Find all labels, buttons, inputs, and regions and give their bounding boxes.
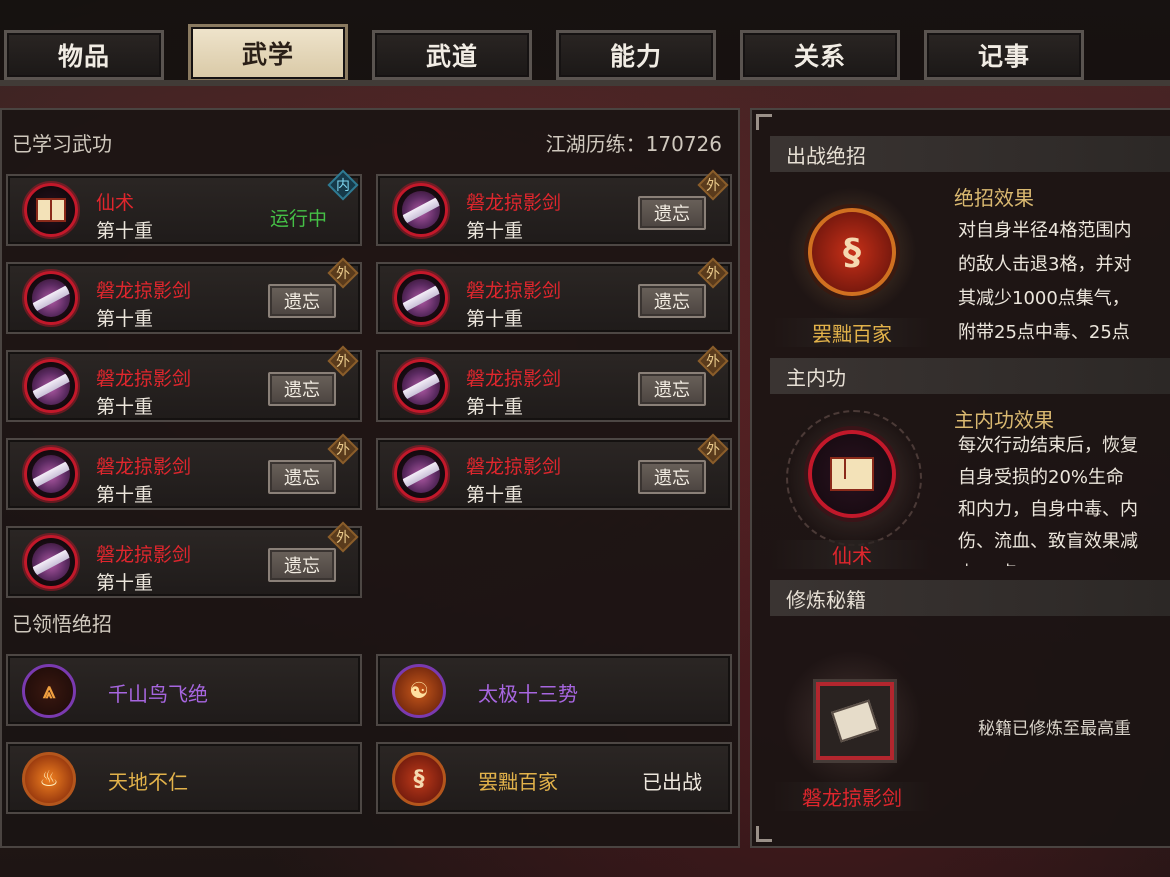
forget-button[interactable]: 遗忘 [638, 372, 706, 406]
manual-header: 修炼秘籍 [770, 580, 1170, 616]
move-card[interactable]: ⩓ 千山鸟飞绝 [6, 654, 362, 726]
skill-name: 仙术 [96, 192, 135, 214]
forget-button[interactable]: 遗忘 [268, 284, 336, 318]
forget-button[interactable]: 遗忘 [268, 548, 336, 582]
jianghu-experience: 江湖历练：170726 [545, 132, 722, 156]
sword-icon [22, 445, 80, 503]
tab-bar: 物品 武学 武道 能力 关系 记事 [0, 0, 1170, 86]
scroll-seal-icon: § [392, 752, 446, 806]
outer-badge: 外 [330, 436, 356, 462]
skill-card[interactable]: 磐龙掠影剑 第十重 遗忘 外 [376, 350, 732, 422]
skill-card[interactable]: 磐龙掠影剑 第十重 遗忘 外 [376, 438, 732, 510]
ultimate-effect-title: 绝招效果 [954, 186, 1034, 210]
mountain-bird-icon: ⩓ [22, 664, 76, 718]
skill-name: 磐龙掠影剑 [466, 456, 562, 478]
ultimate-name: 罢黜百家 [772, 318, 932, 347]
manual-slot[interactable] [816, 682, 894, 760]
outer-badge: 外 [330, 524, 356, 550]
skill-level: 第十重 [466, 396, 524, 418]
running-status: 运行中 [270, 208, 328, 230]
scroll-seal-icon[interactable]: § [808, 208, 896, 296]
manual-scroll-icon [831, 699, 879, 743]
outer-badge: 外 [700, 348, 726, 374]
skill-level: 第十重 [96, 220, 154, 242]
skill-card[interactable]: 磐龙掠影剑 第十重 遗忘 外 [6, 526, 362, 598]
skill-level: 第十重 [466, 220, 524, 242]
skill-level: 第十重 [96, 484, 154, 506]
corner-ornament [756, 826, 772, 842]
inner-effect-title: 主内功效果 [954, 408, 1054, 432]
tab-martial-way[interactable]: 武道 [372, 30, 532, 80]
move-name: 罢黜百家 [478, 770, 558, 794]
forget-button[interactable]: 遗忘 [638, 460, 706, 494]
skill-card[interactable]: 磐龙掠影剑 第十重 遗忘 外 [376, 174, 732, 246]
move-name: 千山鸟飞绝 [108, 682, 208, 706]
flame-icon: ♨ [22, 752, 76, 806]
tab-divider [0, 80, 1170, 86]
sword-icon [392, 269, 450, 327]
inner-badge: 内 [330, 172, 356, 198]
skills-panel: 已学习武功 江湖历练：170726 仙术 第十重 运行中 内 磐龙掠影剑 第十重… [0, 108, 740, 848]
sword-icon [392, 445, 450, 503]
skill-name: 磐龙掠影剑 [466, 280, 562, 302]
tab-abilities[interactable]: 能力 [556, 30, 716, 80]
skill-name: 磐龙掠影剑 [96, 280, 192, 302]
move-card[interactable]: ☯ 太极十三势 [376, 654, 732, 726]
skill-card[interactable]: 磐龙掠影剑 第十重 遗忘 外 [376, 262, 732, 334]
outer-badge: 外 [700, 172, 726, 198]
move-card[interactable]: ♨ 天地不仁 [6, 742, 362, 814]
skill-level: 第十重 [96, 572, 154, 594]
sword-icon [392, 181, 450, 239]
forget-button[interactable]: 遗忘 [638, 196, 706, 230]
forget-button[interactable]: 遗忘 [638, 284, 706, 318]
taiji-icon: ☯ [392, 664, 446, 718]
move-card[interactable]: § 罢黜百家 已出战 [376, 742, 732, 814]
ultimate-header: 出战绝招 [770, 136, 1170, 172]
skill-level: 第十重 [96, 308, 154, 330]
book-icon[interactable] [808, 430, 896, 518]
book-icon [22, 181, 80, 239]
inner-effect-text: 每次行动结束后，恢复 自身受损的20%生命 和内力，自身中毒、内 伤、流血、致盲… [958, 435, 1138, 566]
skill-card[interactable]: 磐龙掠影剑 第十重 遗忘 外 [6, 262, 362, 334]
detail-panel: 出战绝招 § 罢黜百家 绝招效果 对自身半径4格范围内 的敌人击退3格，并对 其… [750, 108, 1170, 848]
skill-level: 第十重 [96, 396, 154, 418]
tab-martial-arts[interactable]: 武学 [188, 24, 348, 82]
skill-name: 磐龙掠影剑 [466, 368, 562, 390]
manual-max-note: 秘籍已修炼至最高重 [978, 719, 1131, 739]
move-name: 太极十三势 [478, 682, 578, 706]
ultimate-effect-text: 对自身半径4格范围内 的敌人击退3格，并对 其减少1000点集气， 附带25点中… [958, 220, 1132, 343]
skill-name: 磐龙掠影剑 [466, 192, 562, 214]
tab-journal[interactable]: 记事 [924, 30, 1084, 80]
outer-badge: 外 [330, 348, 356, 374]
sword-icon [22, 269, 80, 327]
corner-ornament [756, 114, 772, 130]
skill-level: 第十重 [466, 484, 524, 506]
outer-badge: 外 [330, 260, 356, 286]
skill-name: 磐龙掠影剑 [96, 368, 192, 390]
move-name: 天地不仁 [108, 770, 188, 794]
learned-skills-title: 已学习武功 [12, 132, 112, 156]
tab-items[interactable]: 物品 [4, 30, 164, 80]
skill-name: 磐龙掠影剑 [96, 544, 192, 566]
outer-badge: 外 [700, 260, 726, 286]
inner-name: 仙术 [772, 540, 932, 569]
sword-icon [22, 533, 80, 591]
skill-card[interactable]: 磐龙掠影剑 第十重 遗忘 外 [6, 438, 362, 510]
sword-icon [392, 357, 450, 415]
skill-card[interactable]: 仙术 第十重 运行中 内 [6, 174, 362, 246]
tab-relations[interactable]: 关系 [740, 30, 900, 80]
learned-moves-title: 已领悟绝招 [12, 612, 112, 636]
skill-level: 第十重 [466, 308, 524, 330]
skill-name: 磐龙掠影剑 [96, 456, 192, 478]
outer-badge: 外 [700, 436, 726, 462]
skill-card[interactable]: 磐龙掠影剑 第十重 遗忘 外 [6, 350, 362, 422]
manual-name: 磐龙掠影剑 [772, 782, 932, 811]
sword-icon [22, 357, 80, 415]
forget-button[interactable]: 遗忘 [268, 372, 336, 406]
deployed-status: 已出战 [642, 770, 702, 794]
inner-header: 主内功 [770, 358, 1170, 394]
forget-button[interactable]: 遗忘 [268, 460, 336, 494]
